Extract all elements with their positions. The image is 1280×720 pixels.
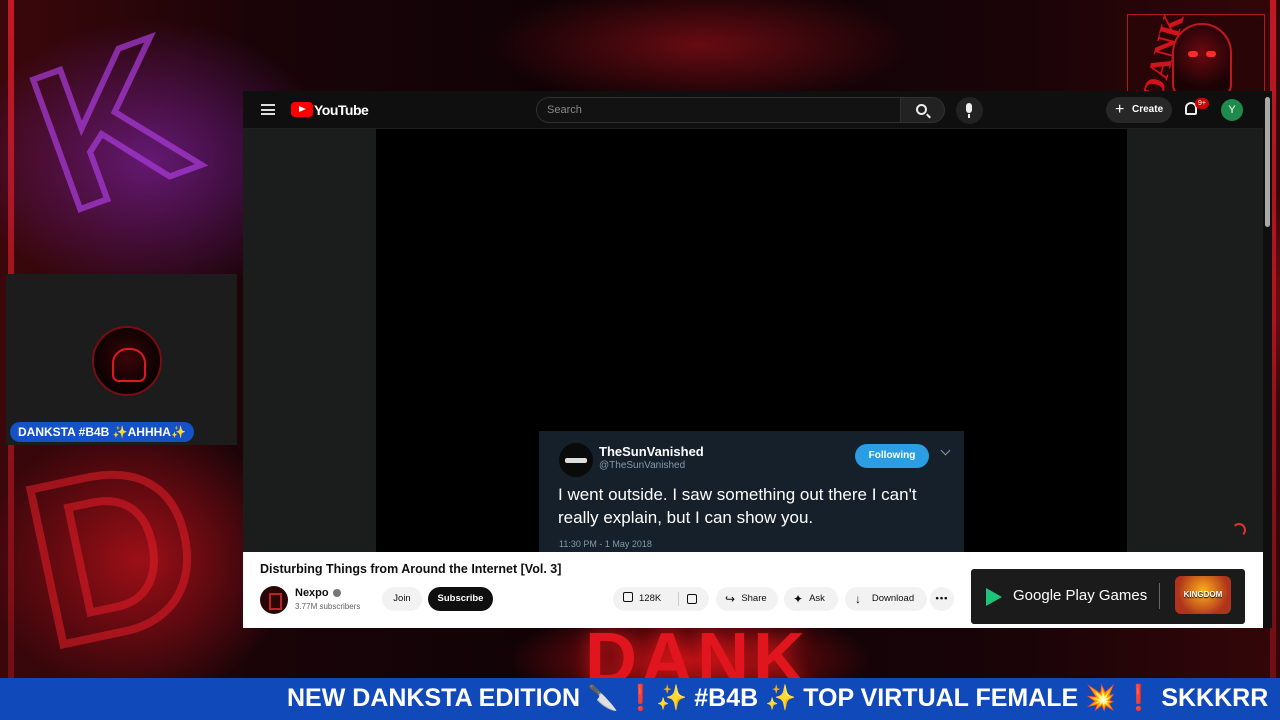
video-title: Disturbing Things from Around the Intern… [260,562,562,576]
tweet-following-button: Following [855,444,929,468]
youtube-logo-icon[interactable] [291,102,313,117]
tweet-card: TheSunVanished @TheSunVanished Following… [539,431,964,552]
ticker-text: NEW DANKSTA EDITION 🔪 ❗✨ #B4B ✨ TOP VIRT… [287,684,1269,712]
video-info: Disturbing Things from Around the Intern… [243,552,1263,628]
avatar[interactable]: Y [1221,99,1243,121]
search-button[interactable] [901,97,945,123]
video-player[interactable]: TheSunVanished @TheSunVanished Following… [376,129,1127,552]
tweet-text: I went outside. I saw something out ther… [558,485,917,527]
channel-name-text[interactable]: Nexpo [295,587,329,599]
channel-avatar[interactable] [260,586,288,614]
subscriber-count: 3.77M subscribers [295,602,361,611]
youtube-logo-text[interactable]: YouTube [314,102,369,118]
background-graphic: K [3,0,221,257]
youtube-header: YouTube Search Create 9+ Y [243,91,1263,129]
thumbs-down-icon[interactable] [687,594,697,604]
loading-spinner-icon [1232,523,1246,537]
ad-game-logo: KINGDOM [1175,576,1231,614]
tweet-name: TheSunVanished [599,444,704,459]
ticker-bar: NEW DANKSTA EDITION 🔪 ❗✨ #B4B ✨ TOP VIRT… [0,678,1280,720]
scrollbar[interactable] [1263,91,1272,628]
like-button[interactable]: 128K [613,587,709,611]
tweet-avatar [559,443,593,477]
menu-icon[interactable] [261,104,275,115]
ad-banner[interactable]: Google Play Games KINGDOM [971,569,1245,624]
join-button[interactable]: Join [382,587,422,611]
search-input[interactable]: Search [536,97,901,123]
share-button[interactable]: Share [716,587,778,611]
verified-icon [332,589,341,598]
youtube-window: YouTube Search Create 9+ Y TheSunVanishe… [243,91,1272,628]
search-icon [916,104,927,115]
logo-mascot-icon [1172,23,1232,97]
microphone-icon[interactable] [956,97,983,124]
channel-name[interactable]: Nexpo [295,587,341,599]
notification-badge: 9+ [1195,98,1209,109]
player-margin [243,129,376,552]
subscribe-button[interactable]: Subscribe [428,587,493,611]
webcam-box: DANKSTA #B4B ✨AHHHA✨ [6,274,237,445]
like-count: 128K [639,593,662,604]
ad-brand: Google Play Games [1013,587,1148,604]
download-button[interactable]: Download [845,587,927,611]
divider [678,592,679,606]
divider [1159,583,1160,609]
play-games-icon [986,588,1002,606]
thumbs-up-icon [623,592,633,602]
webcam-label: DANKSTA #B4B ✨AHHHA✨ [10,422,194,442]
chevron-down-icon [940,445,951,456]
create-button[interactable]: Create [1106,97,1172,123]
scrollbar-thumb[interactable] [1265,97,1270,227]
ask-button[interactable]: Ask [784,587,838,611]
more-actions-button[interactable]: ••• [930,587,954,611]
tweet-time: 11:30 PM - 1 May 2018 [559,539,652,549]
player-margin [1127,129,1263,552]
background-graphic: D [1,406,225,700]
streamer-avatar [92,326,162,396]
tweet-handle: @TheSunVanished [599,460,686,471]
